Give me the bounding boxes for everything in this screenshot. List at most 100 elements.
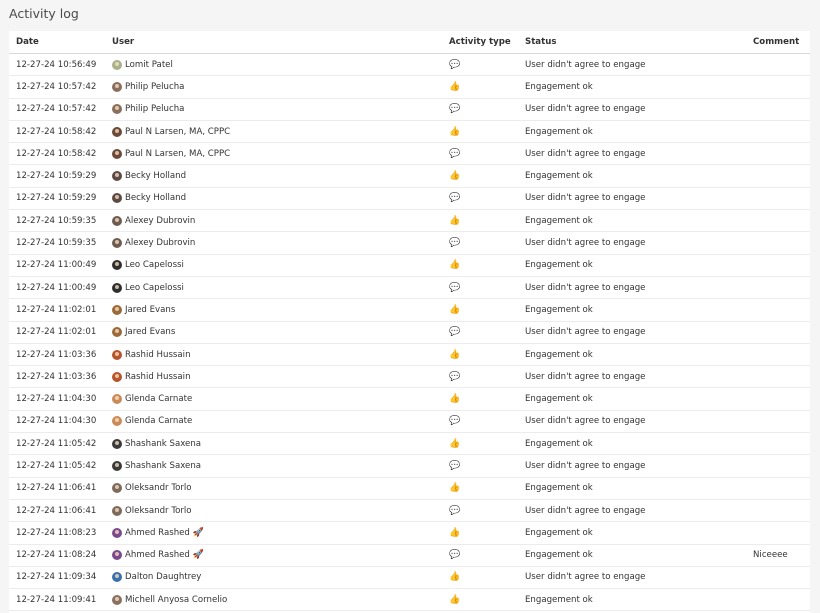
activity-type-cell: 👍 (449, 164, 525, 188)
table-row[interactable]: 12-27-24 11:08:24 Ahmed Rashed 🚀 💬 Engagemen… (9, 544, 810, 567)
activity-type-cell: 💬 (449, 187, 525, 211)
table-row[interactable]: 12-27-24 11:03:36 Rashid Hussain 👍 Engageme… (9, 343, 810, 367)
user-name[interactable]: Becky Holland (125, 193, 186, 203)
activity-type-cell: 👍 (449, 566, 525, 590)
thumbs-up-icon: 👍 (449, 483, 461, 494)
activity-type-cell: 👍 (449, 387, 525, 411)
user-cell: Rashid Hussain (112, 343, 449, 367)
user-info: Ahmed Rashed 🚀 (112, 527, 449, 538)
user-name[interactable]: Oleksandr Torlo (125, 506, 192, 516)
user-name[interactable]: Glenda Carnate (125, 394, 192, 404)
user-name[interactable]: Alexey Dubrovin (125, 216, 195, 226)
activity-type-cell: 💬 (449, 499, 525, 523)
user-name[interactable]: Jared Evans (125, 305, 175, 315)
user-name[interactable]: Glenda Carnate (125, 416, 192, 426)
user-name[interactable]: Oleksandr Torlo (125, 483, 192, 493)
user-name[interactable]: Paul N Larsen, MA, CPPC (125, 149, 230, 159)
user-name[interactable]: Leo Capelossi (125, 260, 184, 270)
user-name[interactable]: Philip Pelucha (125, 82, 184, 92)
user-name[interactable]: Lomit Patel (125, 60, 173, 70)
activity-type-cell: 💬 (449, 98, 525, 121)
user-name[interactable]: Ahmed Rashed (125, 550, 190, 560)
date-cell: 12-27-24 11:06:41 (9, 499, 112, 523)
table-row[interactable]: 12-27-24 10:59:29 Becky Holland 💬 User didn… (9, 187, 810, 211)
user-cell: Philip Pelucha (112, 98, 449, 121)
table-row[interactable]: 12-27-24 10:57:42 Philip Pelucha 💬 User did… (9, 98, 810, 121)
table-row[interactable]: 12-27-24 11:02:01 Jared Evans 💬 User didn't… (9, 321, 810, 344)
avatar (112, 460, 122, 471)
thumbs-up-icon: 👍 (449, 572, 461, 583)
avatar (112, 594, 122, 605)
user-info: Dalton Daughtrey (112, 572, 449, 583)
avatar (112, 327, 122, 338)
table-row[interactable]: 12-27-24 10:57:42 Philip Pelucha 👍 Engageme… (9, 75, 810, 99)
speech-bubble-icon: 💬 (449, 327, 461, 338)
user-info: Paul N Larsen, MA, CPPC (112, 126, 449, 137)
table-row[interactable]: 12-27-24 10:59:29 Becky Holland 👍 Engagemen… (9, 164, 810, 188)
table-row[interactable]: 12-27-24 11:00:49 Leo Capelossi 👍 Engagemen… (9, 254, 810, 277)
table-row[interactable]: 12-27-24 10:59:35 Alexey Dubrovin 💬 User di… (9, 231, 810, 255)
comment-cell (753, 276, 810, 300)
user-cell: Alexey Dubrovin (112, 209, 449, 233)
table-row[interactable]: 12-27-24 10:56:49 Lomit Patel 💬 User didn't… (9, 53, 810, 77)
user-name[interactable]: Michell Anyosa Cornelio (125, 595, 227, 605)
table-row[interactable]: 12-27-24 11:08:23 Ahmed Rashed 🚀 👍 Engagemen… (9, 521, 810, 545)
avatar (112, 550, 122, 561)
user-name[interactable]: Shashank Saxena (125, 439, 201, 449)
table-row[interactable]: 12-27-24 11:06:41 Oleksandr Torlo 👍 Engagem… (9, 477, 810, 500)
table-row[interactable]: 12-27-24 10:59:35 Alexey Dubrovin 👍 Engagem… (9, 209, 810, 233)
date-cell: 12-27-24 10:58:42 (9, 142, 112, 166)
date-cell: 12-27-24 11:00:49 (9, 276, 112, 300)
column-header-date[interactable]: Date (9, 31, 112, 54)
activity-type-cell: 👍 (449, 343, 525, 367)
speech-bubble-icon: 💬 (449, 371, 461, 382)
user-name[interactable]: Ahmed Rashed (125, 528, 190, 538)
status-cell: Engagement ok (525, 432, 753, 456)
table-row[interactable]: 12-27-24 11:00:49 Leo Capelossi 💬 User didn… (9, 276, 810, 300)
status-cell: Engagement ok (525, 521, 753, 545)
user-name[interactable]: Rashid Hussain (125, 372, 191, 382)
table-row[interactable]: 12-27-24 11:06:41 Oleksandr Torlo 💬 User di… (9, 499, 810, 523)
table-row[interactable]: 12-27-24 10:58:42 Paul N Larsen, MA, CPPC… (9, 120, 810, 144)
user-name[interactable]: Philip Pelucha (125, 104, 184, 114)
user-name[interactable]: Jared Evans (125, 327, 175, 337)
page-title: Activity log (9, 6, 79, 21)
user-name[interactable]: Alexey Dubrovin (125, 238, 195, 248)
user-info: Rashid Hussain (112, 371, 449, 382)
user-name[interactable]: Paul N Larsen, MA, CPPC (125, 127, 230, 137)
table-row[interactable]: 12-27-24 11:04:30 Glenda Carnate 💬 User did… (9, 410, 810, 434)
table-row[interactable]: 12-27-24 11:02:01 Jared Evans 👍 Engagement … (9, 298, 810, 322)
table-header-row: Date User Activity type Status Comment (9, 31, 810, 54)
comment-cell (753, 187, 810, 211)
user-name[interactable]: Leo Capelossi (125, 283, 184, 293)
user-cell: Alexey Dubrovin (112, 231, 449, 255)
date-cell: 12-27-24 11:03:36 (9, 343, 112, 367)
comment-cell (753, 343, 810, 367)
table-body: 12-27-24 10:56:49 Lomit Patel 💬 User didn't… (9, 53, 810, 612)
comment-cell (753, 298, 810, 322)
user-name[interactable]: Dalton Daughtrey (125, 572, 201, 582)
table-row[interactable]: 12-27-24 11:04:30 Glenda Carnate 👍 Engageme… (9, 387, 810, 411)
table-row[interactable]: 12-27-24 11:05:42 Shashank Saxena 💬 User di… (9, 454, 810, 478)
user-name[interactable]: Rashid Hussain (125, 350, 191, 360)
thumbs-up-icon: 👍 (449, 126, 461, 137)
speech-bubble-icon: 💬 (449, 104, 461, 115)
user-info: Lomit Patel (112, 59, 449, 70)
date-cell: 12-27-24 11:09:34 (9, 566, 112, 590)
comment-cell (753, 209, 810, 233)
column-header-comment[interactable]: Comment (753, 31, 810, 54)
column-header-activity-type[interactable]: Activity type (449, 31, 525, 54)
user-name[interactable]: Becky Holland (125, 171, 186, 181)
table-row[interactable]: 12-27-24 11:09:41 Michell Anyosa Cornelio… (9, 588, 810, 612)
table-row[interactable]: 12-27-24 11:03:36 Rashid Hussain 💬 User did… (9, 365, 810, 389)
table-row[interactable]: 12-27-24 11:05:42 Shashank Saxena 👍 Engagem… (9, 432, 810, 456)
column-header-user[interactable]: User (112, 31, 449, 54)
user-info: Becky Holland (112, 171, 449, 182)
column-header-status[interactable]: Status (525, 31, 753, 54)
avatar (112, 193, 122, 204)
user-name[interactable]: Shashank Saxena (125, 461, 201, 471)
status-cell: User didn't agree to engage (525, 276, 753, 300)
table-row[interactable]: 12-27-24 10:58:42 Paul N Larsen, MA, CPPC… (9, 142, 810, 166)
user-info: Philip Pelucha (112, 104, 449, 115)
table-row[interactable]: 12-27-24 11:09:34 Dalton Daughtrey 👍 User d… (9, 566, 810, 590)
